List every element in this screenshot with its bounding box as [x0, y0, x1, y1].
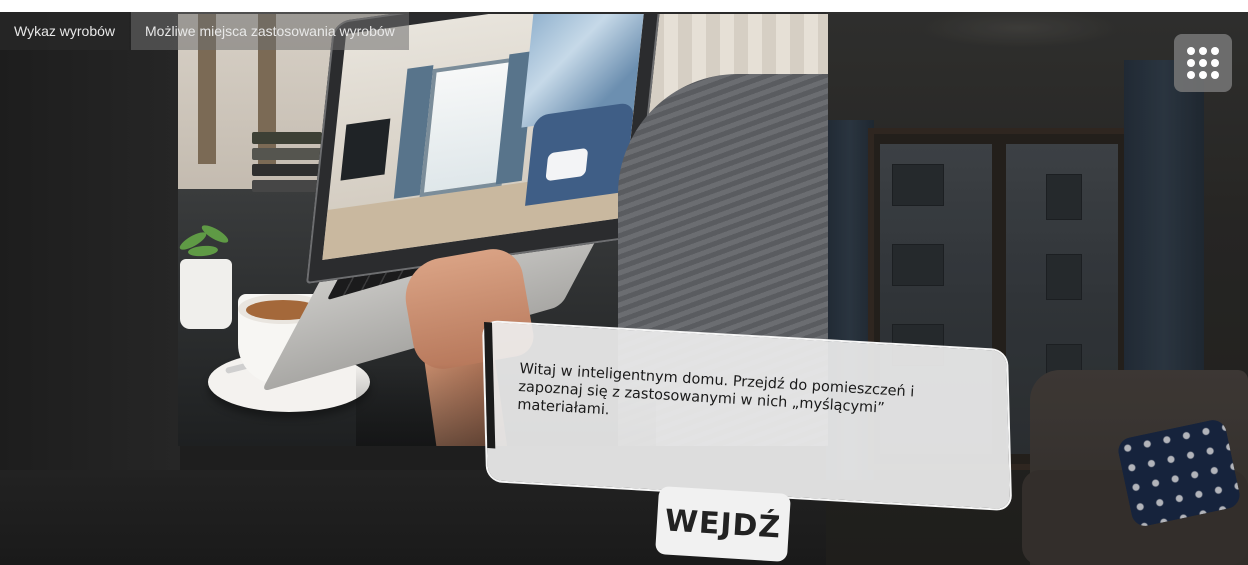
enter-button[interactable]: WEJDŹ [655, 486, 791, 562]
books-stack [252, 132, 322, 228]
panorama-scene[interactable]: Witaj w inteligentnym domu. Przejdź do p… [0, 0, 1248, 565]
grid-menu-button[interactable] [1174, 34, 1232, 92]
book [252, 148, 322, 160]
menu-item-application-places[interactable]: Możliwe miejsca zastosowania wyrobów [131, 12, 409, 50]
book [252, 164, 322, 176]
menu-item-product-list[interactable]: Wykaz wyrobów [0, 12, 130, 50]
book [252, 132, 322, 144]
plant-pot [180, 259, 232, 329]
top-edge [0, 0, 1248, 12]
book [252, 180, 322, 192]
screen-tv [340, 118, 391, 181]
laptop-screen [322, 14, 647, 261]
top-menu: Wykaz wyrobów Możliwe miejsca zastosowan… [0, 12, 409, 50]
